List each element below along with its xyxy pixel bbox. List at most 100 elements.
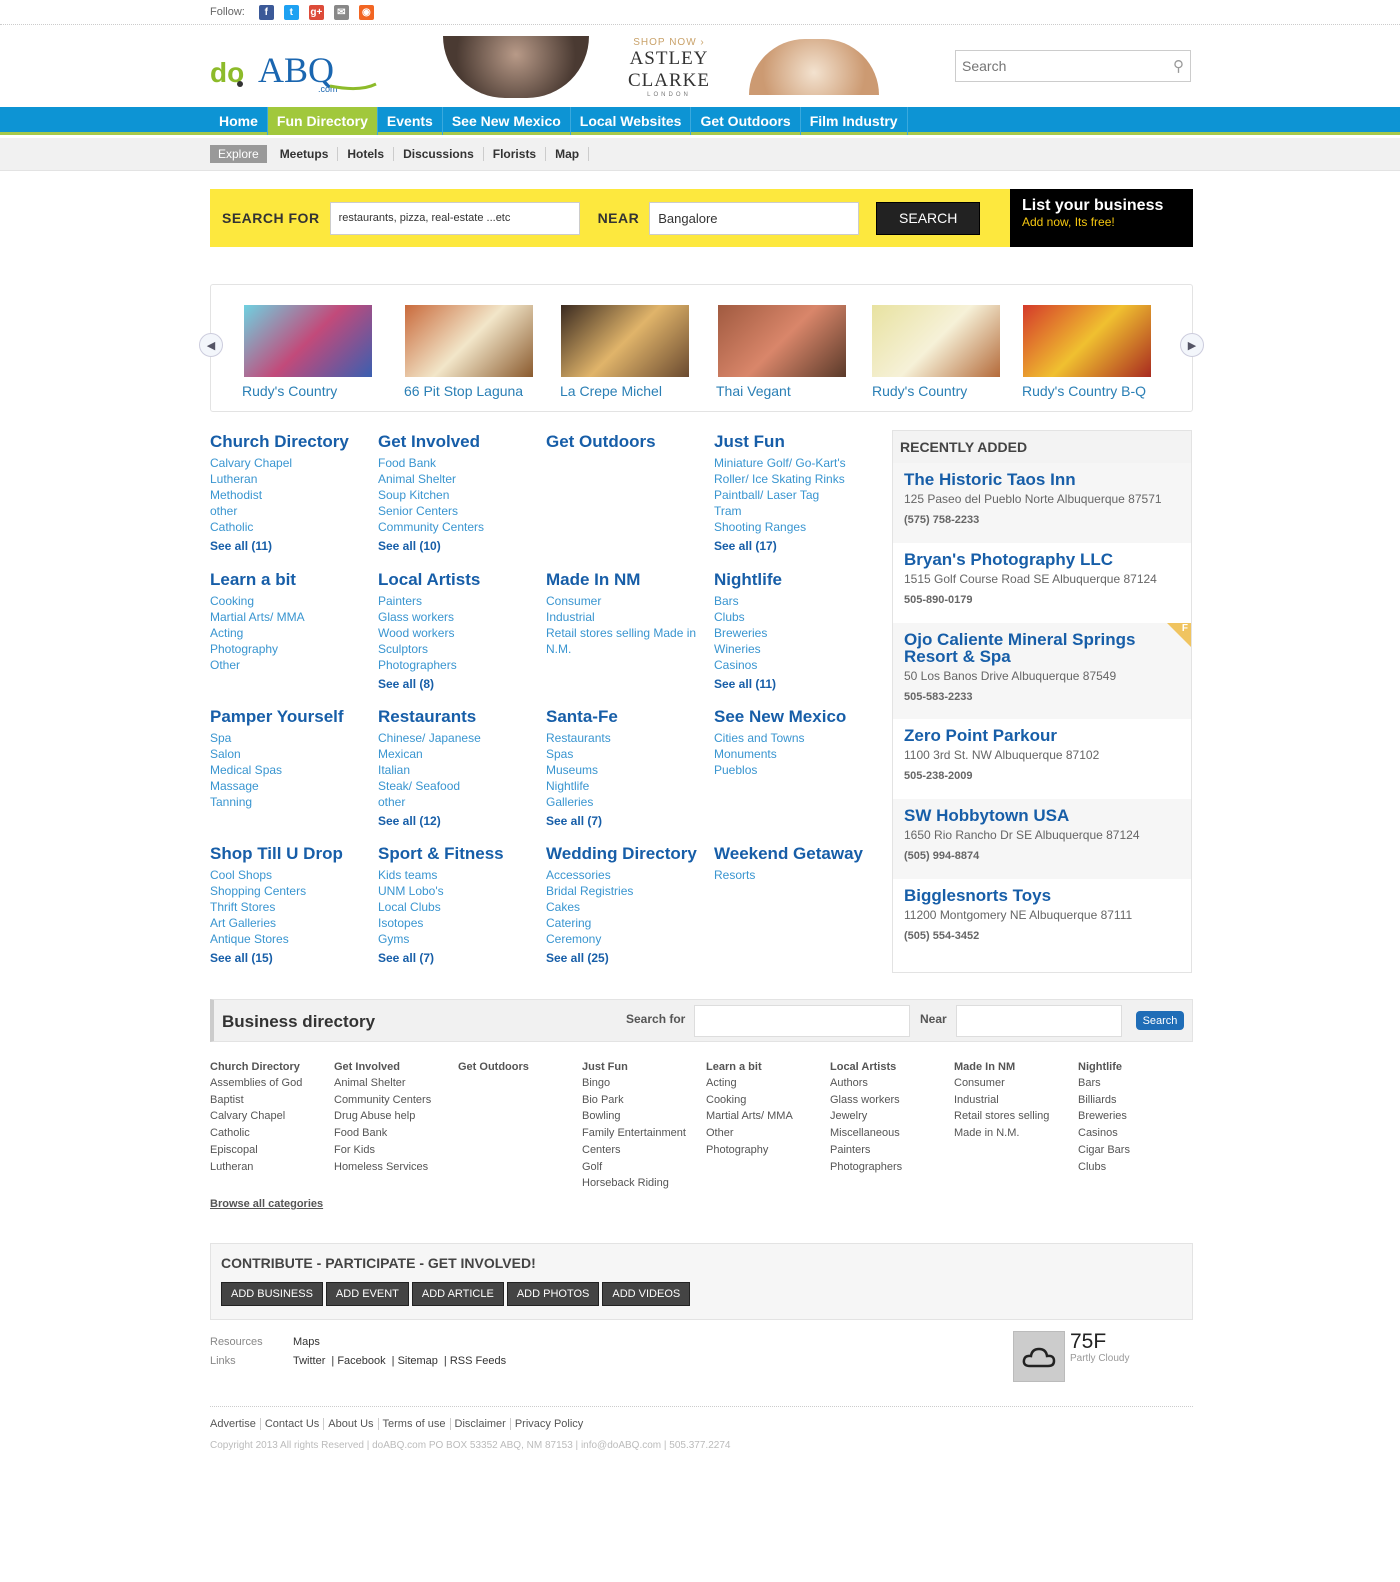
see-all-link[interactable]: See all (12) [378,814,543,828]
directory-link[interactable]: Centers [582,1142,702,1159]
carousel-image[interactable] [244,305,372,377]
category-link[interactable]: Breweries [714,625,879,641]
recent-item-name[interactable]: Ojo Caliente Mineral Springs Resort & Sp… [904,631,1181,665]
nav-see-new-mexico[interactable]: See New Mexico [443,107,571,135]
category-link[interactable]: Tram [714,503,879,519]
category-link[interactable]: Kids teams [378,867,543,883]
directory-link[interactable]: Cooking [706,1092,826,1109]
footer-about-us[interactable]: About Us [324,1418,379,1430]
directory-link[interactable]: Bio Park [582,1092,702,1109]
recent-item-name[interactable]: SW Hobbytown USA [904,807,1181,824]
see-all-link[interactable]: See all (11) [714,677,879,691]
directory-heading[interactable]: Nightlife [1078,1061,1198,1073]
rss-feeds-link[interactable]: RSS Feeds [450,1355,512,1367]
carousel-caption[interactable]: Rudy's Country [242,383,337,399]
category-title[interactable]: Weekend Getaway [714,844,879,864]
recent-item-name[interactable]: Bigglesnorts Toys [904,887,1181,904]
see-all-link[interactable]: See all (8) [378,677,543,691]
category-link[interactable]: Galleries [546,794,711,810]
directory-link[interactable]: Bars [1078,1075,1198,1092]
directory-link[interactable]: Catholic [210,1125,330,1142]
category-link[interactable]: Catholic [210,519,375,535]
recent-item-name[interactable]: The Historic Taos Inn [904,471,1181,488]
category-link[interactable]: Retail stores selling Made in N.M. [546,625,711,657]
carousel-image[interactable] [561,305,689,377]
category-link[interactable]: Isotopes [378,915,543,931]
carousel-image[interactable] [718,305,846,377]
carousel-caption[interactable]: Rudy's Country B-Q [1022,383,1146,399]
directory-link[interactable]: Casinos [1078,1125,1198,1142]
directory-link[interactable]: Horseback Riding [582,1175,702,1192]
carousel-image[interactable] [1023,305,1151,377]
footer-terms[interactable]: Terms of use [378,1418,451,1430]
category-link[interactable]: Methodist [210,487,375,503]
category-link[interactable]: Nightlife [546,778,711,794]
directory-heading[interactable]: Church Directory [210,1061,330,1073]
category-title[interactable]: Church Directory [210,432,375,452]
google-plus-icon[interactable]: g+ [308,4,324,20]
directory-link[interactable]: Food Bank [334,1125,454,1142]
directory-link[interactable]: Acting [706,1075,826,1092]
category-link[interactable]: Photography [210,641,375,657]
category-link[interactable]: Tanning [210,794,375,810]
directory-link[interactable]: Photographers [830,1159,950,1176]
category-link[interactable]: Gyms [378,931,543,947]
directory-heading[interactable]: Local Artists [830,1061,950,1073]
search-for-input[interactable]: restaurants, pizza, real-estate ...etc [329,201,580,235]
directory-link[interactable]: Bowling [582,1108,702,1125]
category-title[interactable]: Get Outdoors [546,432,711,452]
category-title[interactable]: Wedding Directory [546,844,711,864]
category-title[interactable]: Get Involved [378,432,543,452]
directory-link[interactable]: Baptist [210,1092,330,1109]
add-photos-button[interactable]: ADD PHOTOS [506,1282,600,1306]
category-link[interactable]: Ceremony [546,931,711,947]
nav-film-industry[interactable]: Film Industry [801,107,908,135]
carousel-image[interactable] [405,305,533,377]
category-title[interactable]: Restaurants [378,707,543,727]
category-link[interactable]: Community Centers [378,519,543,535]
search-input[interactable] [962,58,1173,74]
category-link[interactable]: Acting [210,625,375,641]
category-link[interactable]: Thrift Stores [210,899,375,915]
category-link[interactable]: Medical Spas [210,762,375,778]
category-title[interactable]: Pamper Yourself [210,707,375,727]
footer-disclaimer[interactable]: Disclaimer [450,1418,511,1430]
category-link[interactable]: Pueblos [714,762,879,778]
category-link[interactable]: Salon [210,746,375,762]
directory-link[interactable]: Breweries [1078,1108,1198,1125]
directory-link[interactable]: Cigar Bars [1078,1142,1198,1159]
category-link[interactable]: UNM Lobo's [378,883,543,899]
category-link[interactable]: Lutheran [210,471,375,487]
carousel-next-icon[interactable]: ▶ [1180,333,1204,357]
carousel-caption[interactable]: La Crepe Michel [560,383,662,399]
add-event-button[interactable]: ADD EVENT [325,1282,409,1306]
category-link[interactable]: Casinos [714,657,879,673]
recent-item-name[interactable]: Zero Point Parkour [904,727,1181,744]
twitter-link[interactable]: Twitter [293,1355,331,1367]
directory-link[interactable]: Bingo [582,1075,702,1092]
subnav-meetups[interactable]: Meetups [271,147,339,161]
category-link[interactable]: other [378,794,543,810]
category-link[interactable]: Food Bank [378,455,543,471]
category-link[interactable]: Sculptors [378,641,543,657]
see-all-link[interactable]: See all (25) [546,951,711,965]
add-article-button[interactable]: ADD ARTICLE [411,1282,504,1306]
category-link[interactable]: Chinese/ Japanese [378,730,543,746]
category-link[interactable]: Local Clubs [378,899,543,915]
carousel-caption[interactable]: 66 Pit Stop Laguna [404,383,523,399]
category-link[interactable]: Other [210,657,375,673]
directory-link[interactable]: Assemblies of God [210,1075,330,1092]
category-link[interactable]: Wood workers [378,625,543,641]
category-link[interactable]: Bridal Registries [546,883,711,899]
directory-link[interactable]: Consumer [954,1075,1074,1092]
category-link[interactable]: Shooting Ranges [714,519,879,535]
category-link[interactable]: Cool Shops [210,867,375,883]
category-link[interactable]: Senior Centers [378,503,543,519]
directory-heading[interactable]: Learn a bit [706,1061,826,1073]
directory-link[interactable]: Family Entertainment [582,1125,702,1142]
directory-link[interactable]: Community Centers [334,1092,454,1109]
list-business-button[interactable]: List your business Add now, Its free! [1010,189,1193,247]
category-link[interactable]: Industrial [546,609,711,625]
footer-advertise[interactable]: Advertise [210,1418,261,1430]
nav-fun-directory[interactable]: Fun Directory [267,107,378,135]
